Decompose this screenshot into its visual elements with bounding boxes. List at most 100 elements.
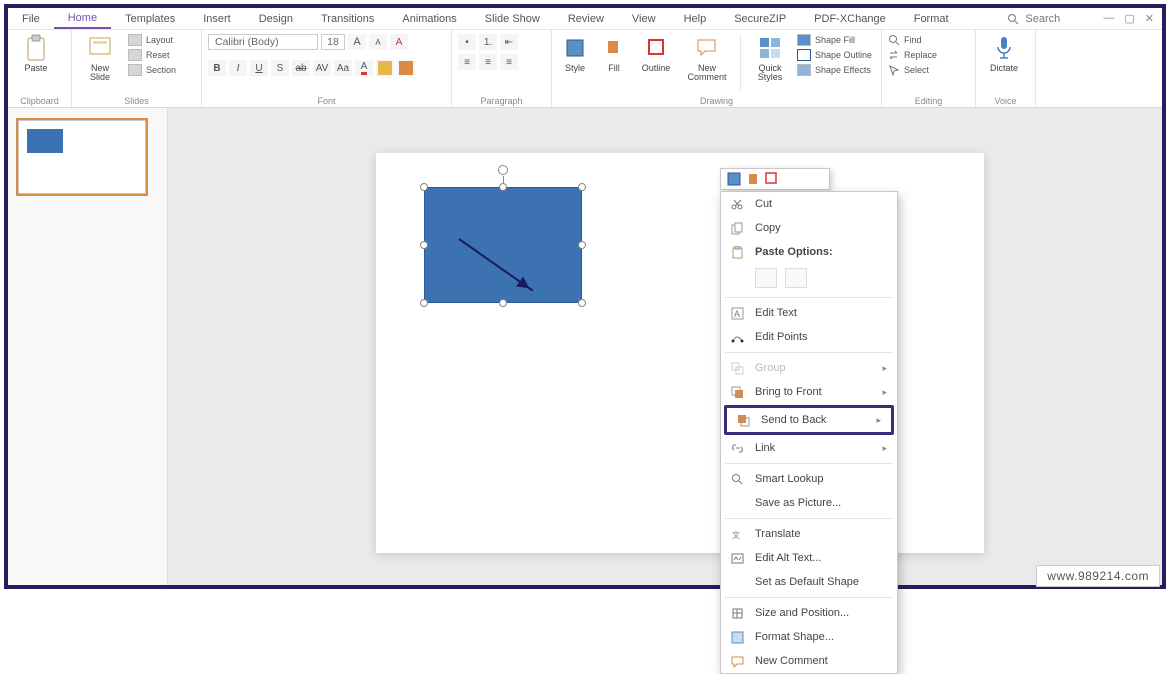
align-left-button[interactable]: ≡ [458,54,476,70]
ctx-set-default[interactable]: Set as Default Shape [721,570,897,594]
window-maximize[interactable]: ▢ [1124,12,1134,25]
ctx-format-shape[interactable]: Format Shape... [721,625,897,649]
resize-handle-ne[interactable] [578,183,586,191]
shape-fill-button[interactable]: Shape Fill [797,34,872,46]
ctx-cut[interactable]: Cut [721,192,897,216]
tab-slide-show[interactable]: Slide Show [471,8,554,29]
ctx-new-comment[interactable]: New Comment [721,649,897,673]
ctx-copy[interactable]: Copy [721,216,897,240]
shape-effects-button[interactable]: Shape Effects [797,64,872,76]
ctx-save-as-picture[interactable]: Save as Picture... [721,491,897,515]
change-case-button[interactable]: Aa [334,60,352,76]
ctx-size-position[interactable]: Size and Position... [721,601,897,625]
indent-dec-button[interactable]: ⇤ [500,34,518,50]
tab-pdf-xchange[interactable]: PDF-XChange [800,8,900,29]
tab-help[interactable]: Help [670,8,721,29]
reset-button[interactable]: Reset [128,49,176,61]
resize-handle-se[interactable] [578,299,586,307]
highlight2-swatch [399,61,413,75]
resize-handle-s[interactable] [499,299,507,307]
section-icon [128,64,142,76]
tab-view[interactable]: View [618,8,670,29]
tab-insert[interactable]: Insert [189,8,245,29]
selected-rectangle-shape[interactable] [424,187,582,303]
ctx-edit-points[interactable]: Edit Points [721,325,897,349]
find-icon [888,34,900,46]
rotate-handle[interactable] [498,165,508,175]
paste-button[interactable]: Paste [14,34,58,73]
dictate-button[interactable]: Dictate [982,34,1026,73]
replace-button[interactable]: Replace [888,49,937,61]
highlight2-button[interactable] [397,60,415,76]
shape-outline-button[interactable]: Shape Outline [797,49,872,61]
outline-button[interactable]: Outline [636,34,676,73]
layout-button[interactable]: Layout [128,34,176,46]
select-button[interactable]: Select [888,64,937,76]
font-size-select[interactable]: 18 [321,34,345,50]
slide-thumbnails-panel[interactable] [8,108,168,585]
alt-text-icon [729,551,745,565]
mini-outline-icon[interactable] [765,172,777,186]
ctx-smart-lookup[interactable]: Smart Lookup [721,467,897,491]
ctx-send-to-back[interactable]: Send to Back▸ [727,408,891,432]
shadow-button[interactable]: S [271,60,289,76]
tab-design[interactable]: Design [245,8,307,29]
paste-option-2[interactable] [785,268,807,288]
tab-templates[interactable]: Templates [111,8,189,29]
ctx-edit-text[interactable]: A Edit Text [721,301,897,325]
find-button[interactable]: Find [888,34,937,46]
bold-button[interactable]: B [208,60,226,76]
numbering-button[interactable]: 1. [479,34,497,50]
bullets-button[interactable]: • [458,34,476,50]
font-name-select[interactable]: Calibri (Body) [208,34,318,50]
search-input[interactable] [1025,13,1085,25]
resize-handle-sw[interactable] [420,299,428,307]
window-close[interactable]: ✕ [1145,12,1154,25]
resize-handle-e[interactable] [578,241,586,249]
grow-font-button[interactable]: A [348,34,366,50]
tab-format[interactable]: Format [900,8,963,29]
fill-button[interactable]: Fill [598,34,630,73]
window-minimize[interactable]: — [1103,12,1114,25]
style-button[interactable]: Style [558,34,592,73]
mini-toolbar[interactable] [720,168,830,190]
strike-button[interactable]: ab [292,60,310,76]
align-center-button[interactable]: ≡ [479,54,497,70]
tab-transitions[interactable]: Transitions [307,8,388,29]
resize-handle-w[interactable] [420,241,428,249]
ctx-edit-alt-text[interactable]: Edit Alt Text... [721,546,897,570]
send-back-icon [735,413,751,427]
tab-securezip[interactable]: SecureZIP [720,8,800,29]
resize-handle-n[interactable] [499,183,507,191]
new-slide-button[interactable]: New Slide [78,34,122,82]
italic-button[interactable]: I [229,60,247,76]
clear-format-button[interactable]: A [390,34,408,50]
workspace: Cut Copy Paste Options: A Edit Text [8,108,1162,585]
paste-option-1[interactable] [755,268,777,288]
ctx-bring-to-front[interactable]: Bring to Front▸ [721,380,897,404]
ctx-link[interactable]: Link▸ [721,436,897,460]
copy-icon [729,221,745,235]
tab-animations[interactable]: Animations [388,8,470,29]
slide-thumbnail-1[interactable] [18,120,146,194]
section-button[interactable]: Section [128,64,176,76]
shape-outline-icon [797,49,811,61]
shrink-font-button[interactable]: A [369,34,387,50]
ctx-translate[interactable]: 文 Translate [721,522,897,546]
tab-home[interactable]: Home [54,8,111,29]
char-spacing-button[interactable]: AV [313,60,331,76]
canvas-area[interactable]: Cut Copy Paste Options: A Edit Text [168,108,1162,585]
underline-button[interactable]: U [250,60,268,76]
mini-fill-icon[interactable] [747,172,759,186]
resize-handle-nw[interactable] [420,183,428,191]
tab-file[interactable]: File [8,8,54,29]
align-right-button[interactable]: ≡ [500,54,518,70]
quick-styles-button[interactable]: Quick Styles [749,34,791,82]
tab-review[interactable]: Review [554,8,618,29]
mini-style-icon[interactable] [727,172,741,186]
search-icon [1007,13,1019,25]
new-comment-button[interactable]: New Comment [682,34,732,82]
size-pos-icon [729,606,745,620]
font-color-button[interactable]: A [355,60,373,76]
highlight-button[interactable] [376,60,394,76]
